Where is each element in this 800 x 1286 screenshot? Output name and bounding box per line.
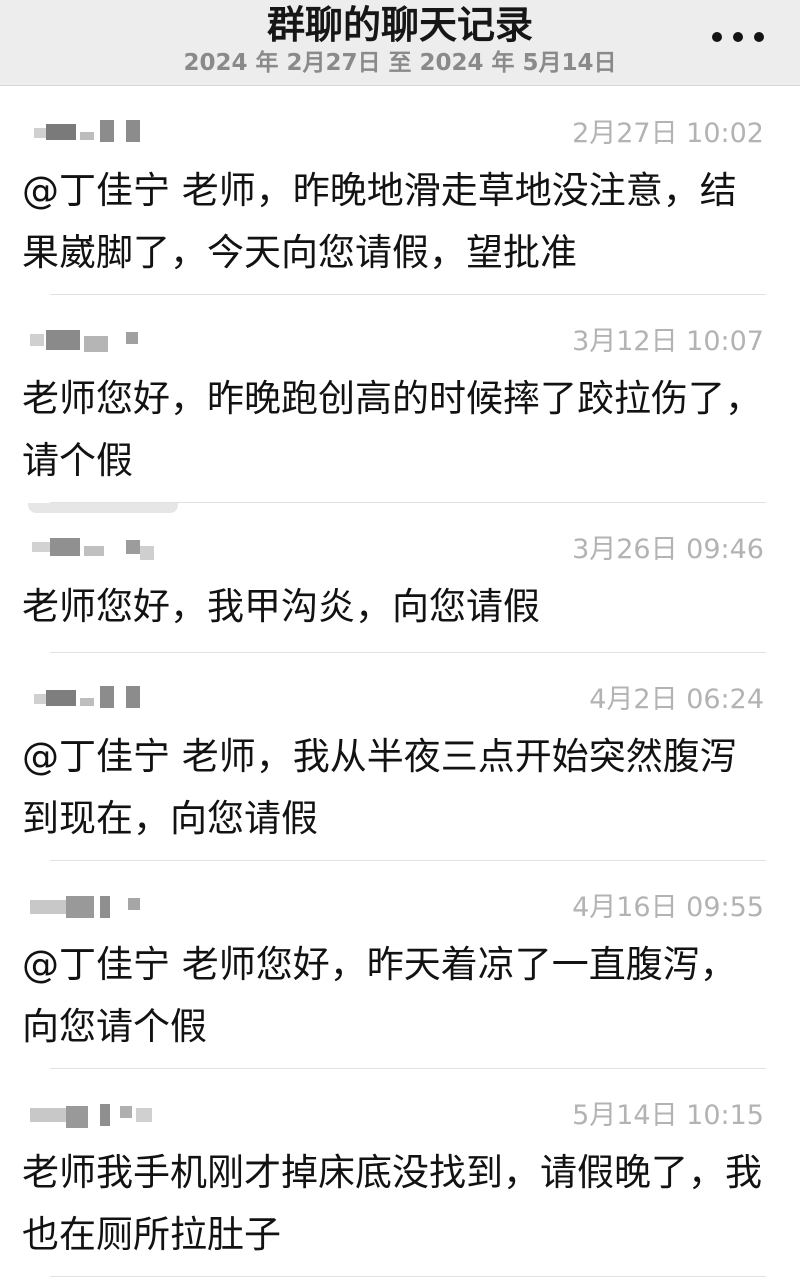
blurred-sender-name [28, 1100, 158, 1128]
list-item[interactable]: 3月12日 10:07 老师您好，昨晚跑创高的时候摔了跤拉伤了，请个假 [0, 326, 800, 506]
message-text: 老师您好，昨晚跑创高的时候摔了跤拉伤了，请个假 [22, 377, 762, 482]
message-text: @丁佳宁 老师，昨晚地滑走草地没注意，结果崴脚了，今天向您请假，望批准 [22, 169, 737, 274]
divider [50, 1276, 766, 1277]
more-dot [712, 32, 722, 42]
message-timestamp: 3月26日 09:46 [572, 534, 764, 565]
message-text: 老师我手机刚才掉床底没找到，请假晚了，我也在厕所拉肚子 [22, 1151, 762, 1256]
list-item[interactable]: 2月27日 10:02 @丁佳宁 老师，昨晚地滑走草地没注意，结果崴脚了，今天向… [0, 118, 800, 298]
list-item[interactable]: 4月2日 06:24 @丁佳宁 老师，我从半夜三点开始突然腹泻到现在，向您请假 [0, 684, 800, 864]
message-text: @丁佳宁 老师您好，昨天着凉了一直腹泻，向您请个假 [22, 943, 737, 1048]
scrap [28, 503, 178, 513]
divider [50, 860, 766, 861]
message-text: @丁佳宁 老师，我从半夜三点开始突然腹泻到现在，向您请假 [22, 735, 737, 840]
divider [50, 294, 766, 295]
blurred-sender-name [28, 326, 158, 354]
date-range: 2024 年 2月27日 至 2024 年 5月14日 [183, 50, 617, 76]
list-item[interactable]: 4月16日 09:55 @丁佳宁 老师您好，昨天着凉了一直腹泻，向您请个假 [0, 892, 800, 1072]
message-timestamp: 5月14日 10:15 [572, 1100, 764, 1131]
more-dot [754, 32, 764, 42]
list-item[interactable]: 3月26日 09:46 老师您好，我甲沟炎，向您请假 [0, 534, 800, 654]
list-item[interactable]: 5月14日 10:15 老师我手机刚才掉床底没找到，请假晚了，我也在厕所拉肚子 [0, 1100, 800, 1280]
message-timestamp: 4月2日 06:24 [589, 684, 764, 715]
message-timestamp: 2月27日 10:02 [572, 118, 764, 149]
message-timestamp: 3月12日 10:07 [572, 326, 764, 357]
blurred-sender-name [28, 684, 158, 712]
divider [50, 652, 766, 653]
page-title: 群聊的聊天记录 [266, 3, 533, 47]
message-timestamp: 4月16日 09:55 [572, 892, 764, 923]
blurred-sender-name [28, 118, 158, 146]
more-dot [733, 32, 743, 42]
divider [50, 1068, 766, 1069]
more-horizontal-icon[interactable] [712, 22, 764, 52]
chat-history-header: 群聊的聊天记录 2024 年 2月27日 至 2024 年 5月14日 [0, 0, 800, 86]
message-text: 老师您好，我甲沟炎，向您请假 [22, 585, 540, 628]
blurred-sender-name [28, 892, 158, 920]
blurred-sender-name [28, 534, 158, 562]
